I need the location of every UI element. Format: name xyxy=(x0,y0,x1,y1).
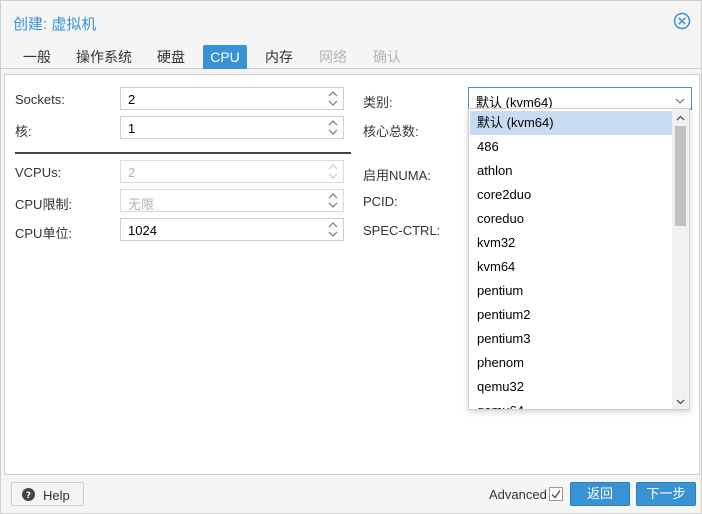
cpu-type-select[interactable]: 默认 (kvm64) xyxy=(468,87,692,110)
dialog-footer: ? Help Advanced 返回 下一步 xyxy=(1,475,701,513)
pcid-label: PCID: xyxy=(363,194,398,209)
cpu-type-dropdown-list: 默认 (kvm64) 486 athlon core2duo coreduo k… xyxy=(468,108,690,410)
sockets-value: 2 xyxy=(128,92,136,107)
tab-os[interactable]: 操作系统 xyxy=(69,45,139,69)
cpu-units-value: 1024 xyxy=(128,223,157,238)
dropdown-scrollbar[interactable] xyxy=(672,109,689,409)
total-cores-label: 核心总数: xyxy=(363,124,419,139)
dropdown-item[interactable]: qemu32 xyxy=(470,375,673,399)
vcpus-value: 2 xyxy=(128,165,136,180)
question-icon: ? xyxy=(22,488,35,501)
back-button[interactable]: 返回 xyxy=(570,482,630,506)
dropdown-item[interactable]: kvm64 xyxy=(470,255,673,279)
type-label: 类别: xyxy=(363,95,393,110)
spec-ctrl-label: SPEC-CTRL: xyxy=(363,223,441,238)
cores-field[interactable]: 1 xyxy=(120,116,344,139)
dialog-title: 创建: 虚拟机 xyxy=(13,16,97,33)
scroll-up-icon[interactable] xyxy=(675,112,686,123)
cores-label: 核: xyxy=(15,124,32,139)
tab-network: 网络 xyxy=(319,49,347,65)
cpu-limit-stepper-icon[interactable] xyxy=(328,192,338,209)
dropdown-item[interactable]: athlon xyxy=(470,159,673,183)
tab-cpu[interactable]: CPU xyxy=(203,45,247,69)
tab-confirm: 确认 xyxy=(373,49,401,65)
tab-general[interactable]: 一般 xyxy=(15,45,59,69)
dropdown-item[interactable]: pentium xyxy=(470,279,673,303)
dropdown-item-default[interactable]: 默认 (kvm64) xyxy=(470,111,673,135)
sockets-stepper-icon[interactable] xyxy=(328,90,338,107)
help-label: Help xyxy=(43,488,70,503)
cpu-limit-field[interactable]: 无限 xyxy=(120,189,344,212)
scroll-thumb[interactable] xyxy=(675,126,686,226)
vcpus-field: 2 xyxy=(120,160,344,183)
cores-stepper-icon[interactable] xyxy=(328,119,338,136)
dropdown-item[interactable]: pentium2 xyxy=(470,303,673,327)
dropdown-item[interactable]: 486 xyxy=(470,135,673,159)
advanced-checkbox[interactable] xyxy=(549,487,563,501)
tab-memory[interactable]: 内存 xyxy=(257,45,301,69)
cores-value: 1 xyxy=(128,121,136,136)
cpu-units-stepper-icon[interactable] xyxy=(328,221,338,238)
cpu-limit-label: CPU限制: xyxy=(15,197,73,212)
dropdown-item[interactable]: kvm32 xyxy=(470,231,673,255)
svg-text:?: ? xyxy=(26,491,31,501)
chevron-down-icon[interactable] xyxy=(675,94,685,104)
dropdown-item[interactable]: core2duo xyxy=(470,183,673,207)
dropdown-item[interactable]: qemu64 xyxy=(470,399,673,409)
vcpus-label: VCPUs: xyxy=(15,165,62,180)
title-bar: 创建: 虚拟机 xyxy=(1,1,701,41)
vcpus-stepper-icon xyxy=(328,163,338,180)
create-vm-dialog: 创建: 虚拟机 一般 操作系统 硬盘 CPU 内存 网络 确认 Sockets:… xyxy=(0,0,702,514)
tab-bar: 一般 操作系统 硬盘 CPU 内存 网络 确认 xyxy=(1,45,701,69)
dropdown-item[interactable]: coreduo xyxy=(470,207,673,231)
next-button[interactable]: 下一步 xyxy=(636,482,696,506)
cpu-units-field[interactable]: 1024 xyxy=(120,218,344,241)
dropdown-item[interactable]: pentium3 xyxy=(470,327,673,351)
advanced-label: Advanced xyxy=(489,487,547,502)
cpu-units-label: CPU单位: xyxy=(15,226,73,241)
section-divider xyxy=(15,152,351,154)
tab-disk[interactable]: 硬盘 xyxy=(149,45,193,69)
scroll-down-icon[interactable] xyxy=(675,395,686,406)
sockets-label: Sockets: xyxy=(15,92,65,107)
sockets-field[interactable]: 2 xyxy=(120,87,344,110)
cpu-limit-value: 无限 xyxy=(128,197,155,212)
dropdown-item[interactable]: phenom xyxy=(470,351,673,375)
close-icon[interactable] xyxy=(673,12,691,30)
help-button[interactable]: ? Help xyxy=(11,482,84,506)
numa-label: 启用NUMA: xyxy=(363,168,431,183)
